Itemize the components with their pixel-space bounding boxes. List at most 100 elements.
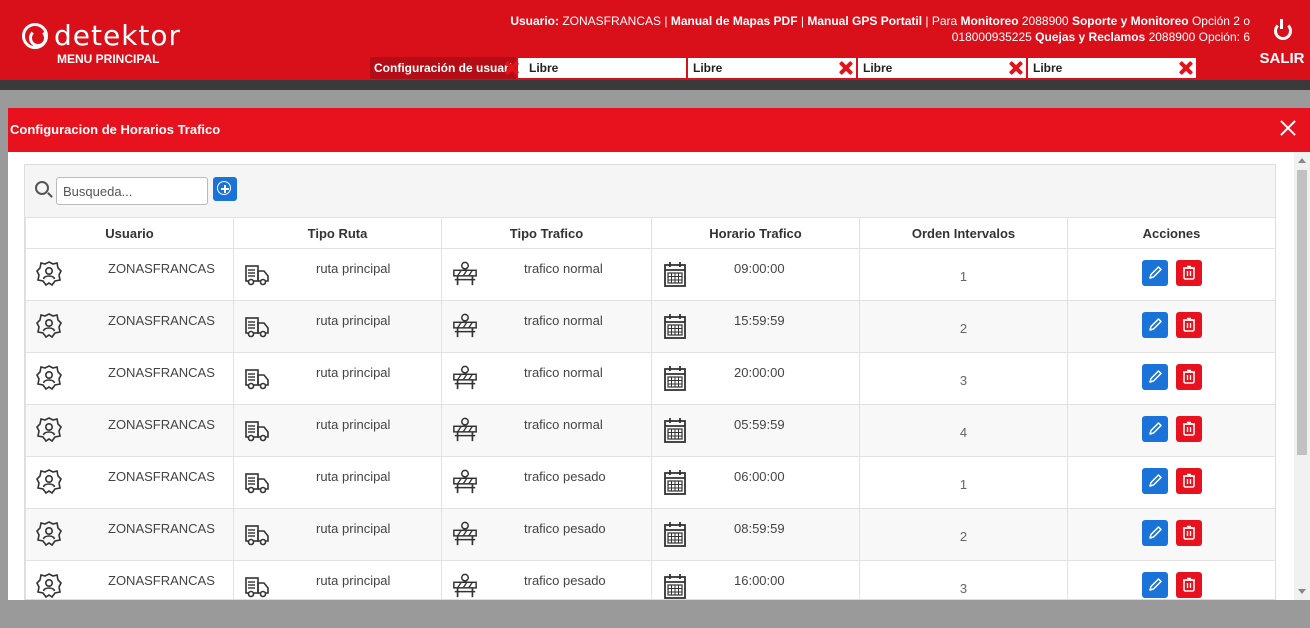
table-row: ZONASFRANCAS ruta principal <box>25 508 1275 561</box>
delete-button[interactable] <box>1175 364 1202 390</box>
tab-configuracion-usuario[interactable]: Configuración de usuari <box>370 57 517 79</box>
detektor-logo[interactable]: detektor <box>22 20 181 52</box>
edit-button[interactable] <box>1141 416 1168 442</box>
slot-3[interactable]: Libre <box>858 58 1027 78</box>
trafico-text: trafico normal <box>524 313 603 328</box>
cell-horario-trafico: 15:59:59 <box>651 300 860 353</box>
ruta-text: ruta principal <box>316 365 391 380</box>
modal-header: Configuracion de Horarios Trafico <box>8 108 1310 152</box>
cell-acciones <box>1067 352 1275 405</box>
info-separator: | <box>800 14 804 28</box>
cell-acciones <box>1067 404 1275 457</box>
edit-button[interactable] <box>1141 364 1168 390</box>
ruta-text: ruta principal <box>316 313 391 328</box>
slot-label: Libre <box>863 61 893 75</box>
col-usuario[interactable]: Usuario <box>25 217 234 249</box>
cell-usuario: ZONASFRANCAS <box>25 508 234 561</box>
usuario-text: ZONASFRANCAS <box>108 313 215 328</box>
traffic-barrier-icon <box>453 261 477 286</box>
trafico-text: trafico normal <box>524 365 603 380</box>
close-slot-icon[interactable] <box>836 59 854 77</box>
manual-gps-link[interactable]: Manual GPS Portatil <box>807 14 922 28</box>
app-root: detektor MENU PRINCIPAL Usuario: ZONASFR… <box>0 0 1310 628</box>
pencil-icon <box>1148 370 1162 383</box>
horario-text: 16:00:00 <box>734 573 785 588</box>
cell-tipo-trafico: trafico normal <box>441 404 652 457</box>
pencil-icon <box>1148 526 1162 539</box>
traffic-barrier-icon <box>453 365 477 390</box>
search-row <box>25 165 1275 217</box>
trash-icon <box>1182 473 1195 488</box>
ruta-text: ruta principal <box>316 261 391 276</box>
cell-orden: 4 <box>859 404 1068 457</box>
user-gear-icon <box>36 521 62 547</box>
edit-button[interactable] <box>1141 520 1168 546</box>
table-panel: Usuario Tipo Ruta Tipo Trafico Horario T… <box>24 164 1276 600</box>
manual-mapas-link[interactable]: Manual de Mapas PDF <box>671 14 798 28</box>
backdrop-bottom <box>0 600 1310 628</box>
close-icon[interactable] <box>1278 118 1298 138</box>
edit-button[interactable] <box>1141 312 1168 338</box>
trash-icon <box>1182 265 1195 280</box>
info-usuario-label: Usuario: <box>510 14 559 28</box>
cell-tipo-ruta: ruta principal <box>233 404 442 457</box>
cell-tipo-trafico: trafico normal <box>441 248 652 301</box>
slot-4[interactable]: Libre <box>1028 58 1197 78</box>
table-row: ZONASFRANCAS ruta principal <box>25 352 1275 405</box>
cell-usuario: ZONASFRANCAS <box>25 352 234 405</box>
close-slot-icon[interactable] <box>502 59 520 77</box>
truck-icon <box>245 473 269 494</box>
usuario-text: ZONASFRANCAS <box>108 365 215 380</box>
edit-button[interactable] <box>1141 468 1168 494</box>
scroll-up-icon[interactable] <box>1298 158 1306 163</box>
edit-button[interactable] <box>1141 572 1168 598</box>
delete-button[interactable] <box>1175 572 1202 598</box>
pencil-icon <box>1148 318 1162 331</box>
close-slot-icon[interactable] <box>1176 59 1194 77</box>
close-slot-icon[interactable] <box>1006 59 1024 77</box>
traffic-barrier-icon <box>453 521 477 546</box>
slot-label: Libre <box>1033 61 1063 75</box>
cell-tipo-trafico: trafico pesado <box>441 508 652 561</box>
search-input[interactable] <box>56 177 208 205</box>
delete-button[interactable] <box>1175 260 1202 286</box>
cell-orden: 3 <box>859 352 1068 405</box>
info-monitoreo-phone: 2088900 <box>1021 14 1069 28</box>
scroll-thumb[interactable] <box>1297 170 1307 455</box>
delete-button[interactable] <box>1175 312 1202 338</box>
ruta-text: ruta principal <box>316 417 391 432</box>
cell-tipo-ruta: ruta principal <box>233 300 442 353</box>
cell-usuario: ZONASFRANCAS <box>25 300 234 353</box>
slot-1[interactable]: Libre <box>518 58 687 78</box>
menu-principal-link[interactable]: MENU PRINCIPAL <box>57 52 159 66</box>
delete-button[interactable] <box>1175 416 1202 442</box>
row-actions <box>1068 457 1275 494</box>
horario-text: 06:00:00 <box>734 469 785 484</box>
power-icon <box>1271 18 1293 40</box>
modal-scrollbar[interactable] <box>1294 152 1310 600</box>
cell-horario-trafico: 16:00:00 <box>651 560 860 599</box>
header-underbar <box>0 80 1310 90</box>
cell-tipo-ruta: ruta principal <box>233 352 442 405</box>
col-tipo-trafico[interactable]: Tipo Trafico <box>441 217 652 249</box>
traffic-barrier-icon <box>453 469 477 494</box>
salir-button[interactable]: SALIR <box>1254 18 1310 67</box>
col-horario-trafico[interactable]: Horario Trafico <box>651 217 860 249</box>
row-actions <box>1068 561 1275 598</box>
ruta-text: ruta principal <box>316 469 391 484</box>
add-button[interactable] <box>213 177 237 201</box>
slot-2[interactable]: Libre <box>688 58 857 78</box>
delete-button[interactable] <box>1175 468 1202 494</box>
col-tipo-ruta[interactable]: Tipo Ruta <box>233 217 442 249</box>
cell-orden: 3 <box>859 560 1068 599</box>
row-actions <box>1068 509 1275 546</box>
scroll-down-icon[interactable] <box>1298 589 1306 594</box>
user-gear-icon <box>36 261 62 287</box>
cell-orden: 1 <box>859 456 1068 509</box>
row-actions <box>1068 405 1275 442</box>
delete-button[interactable] <box>1175 520 1202 546</box>
edit-button[interactable] <box>1141 260 1168 286</box>
col-orden-intervalos[interactable]: Orden Intervalos <box>859 217 1068 249</box>
truck-icon <box>245 421 269 442</box>
info-phone-toll-free: 018000935225 <box>951 30 1032 44</box>
